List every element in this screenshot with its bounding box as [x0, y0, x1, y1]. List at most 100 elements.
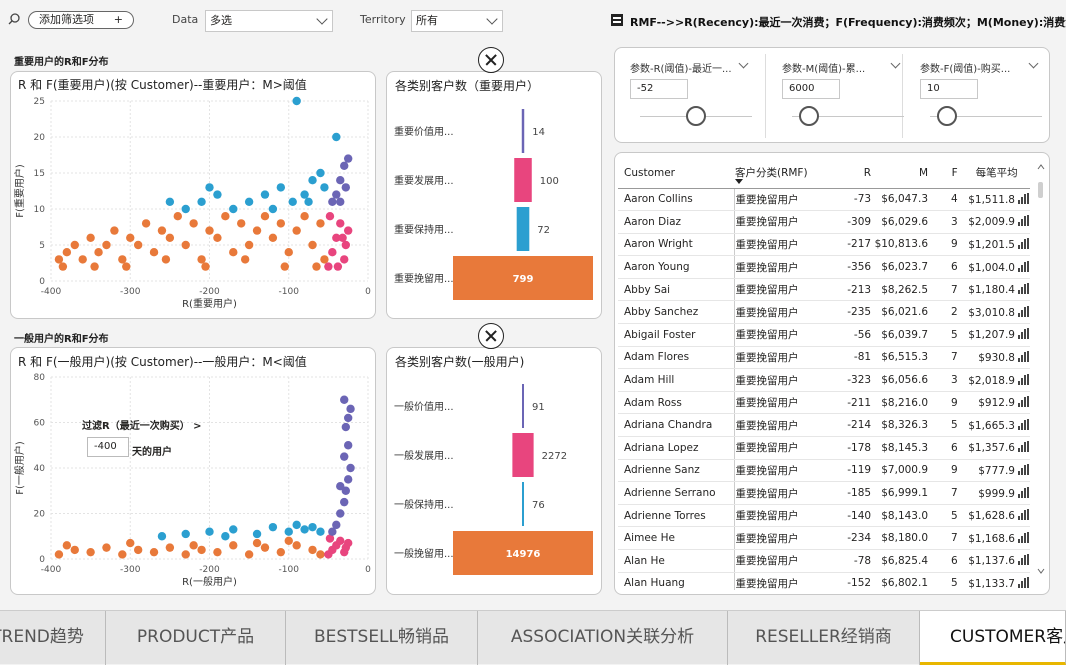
general-scatter-chart[interactable]: 0 20 40 60 80 -400 -300 -200 -100 0 R(一般用户) F(一般用户)	[11, 348, 377, 596]
scatter-point[interactable]	[341, 422, 351, 432]
scatter-point[interactable]	[240, 255, 250, 264]
parameter-input[interactable]: 6000	[782, 79, 840, 99]
scatter-point[interactable]	[332, 132, 341, 142]
scatter-point[interactable]	[102, 543, 111, 552]
scatter-point[interactable]	[336, 536, 345, 545]
scatter-point[interactable]	[320, 183, 329, 192]
scatter-point[interactable]	[300, 525, 309, 534]
scatter-point[interactable]	[320, 255, 329, 264]
scatter-point[interactable]	[276, 219, 286, 228]
table-row[interactable]: Abigail Foster 重要挽留用户 -56 $6,039.7 5 $1,207.9	[618, 323, 1030, 347]
scatter-point[interactable]	[336, 219, 345, 228]
scatter-point[interactable]	[181, 204, 190, 214]
data-select[interactable]: 多选	[205, 10, 333, 32]
table-row[interactable]: Aaron Diaz 重要挽留用户 -309 $6,029.6 3 $2,009.9	[618, 210, 1030, 234]
bar[interactable]	[522, 384, 524, 428]
parameter-slider-knob[interactable]	[798, 106, 819, 126]
scatter-point[interactable]	[221, 532, 230, 541]
scatter-point[interactable]	[122, 262, 131, 271]
scatter-point[interactable]	[165, 197, 175, 206]
scatter-point[interactable]	[276, 547, 286, 557]
table-row[interactable]: Adrienne Serrano 重要挽留用户 -185 $6,999.1 7 $999.…	[618, 481, 1030, 505]
scatter-point[interactable]	[157, 532, 167, 541]
scatter-point[interactable]	[336, 509, 345, 518]
column-header[interactable]: Customer	[618, 158, 735, 189]
scatter-point[interactable]	[229, 541, 238, 550]
scatter-point[interactable]	[325, 212, 335, 221]
scatter-point[interactable]	[205, 226, 214, 235]
scatter-point[interactable]	[288, 197, 297, 206]
column-header[interactable]: R	[826, 158, 872, 189]
column-header[interactable]: 每笔平均	[957, 158, 1030, 189]
scatter-point[interactable]	[343, 226, 353, 235]
scatter-point[interactable]	[341, 183, 351, 192]
sort-descending-icon[interactable]	[735, 179, 743, 185]
scatter-point[interactable]	[126, 233, 135, 242]
scatter-point[interactable]	[110, 226, 119, 235]
scatter-point[interactable]	[133, 545, 143, 555]
bar-chart-icon[interactable]	[1018, 441, 1030, 453]
scatter-point[interactable]	[165, 233, 175, 242]
scatter-point[interactable]	[316, 527, 325, 536]
territory-select[interactable]: 所有	[411, 10, 503, 32]
bar-chart-icon[interactable]	[1018, 283, 1030, 295]
table-row[interactable]: Alan He 重要挽留用户 -78 $6,825.4 6 $1,137.6	[618, 549, 1030, 573]
scatter-point[interactable]	[197, 197, 206, 206]
scatter-point[interactable]	[221, 212, 230, 221]
scatter-point[interactable]	[78, 255, 87, 264]
close-icon[interactable]	[478, 323, 504, 349]
scatter-point[interactable]	[237, 219, 246, 228]
scatter-point[interactable]	[340, 452, 349, 461]
scatter-point[interactable]	[229, 204, 238, 214]
scroll-thumb[interactable]	[1038, 182, 1043, 198]
scatter-point[interactable]	[141, 219, 151, 228]
scatter-point[interactable]	[346, 463, 355, 473]
scatter-point[interactable]	[340, 161, 349, 170]
scatter-point[interactable]	[244, 197, 254, 206]
table-row[interactable]: Adrienne Sanz 重要挽留用户 -119 $7,000.9 9 $777.9	[618, 459, 1030, 483]
scatter-point[interactable]	[118, 255, 127, 264]
scatter-point[interactable]	[229, 248, 238, 257]
scatter-point[interactable]	[58, 262, 68, 271]
scatter-point[interactable]	[332, 520, 341, 530]
bar-chart-icon[interactable]	[1018, 215, 1030, 227]
scatter-point[interactable]	[189, 541, 198, 550]
bar[interactable]	[514, 158, 532, 202]
tab-customer[interactable]: CUSTOMER客户	[920, 611, 1066, 665]
table-row[interactable]: Abby Sai 重要挽留用户 -213 $8,262.5 7 $1,180.4	[618, 278, 1030, 302]
scatter-point[interactable]	[328, 197, 337, 206]
scatter-point[interactable]	[312, 262, 321, 271]
scatter-point[interactable]	[300, 212, 309, 221]
table-row[interactable]: Aimee He 重要挽留用户 -234 $8,180.0 7 $1,168.6	[618, 526, 1030, 550]
bar-chart-icon[interactable]	[1018, 396, 1030, 408]
table-row[interactable]: Aaron Wright 重要挽留用户 -217 $10,813.6 9 $1,201.5	[618, 233, 1030, 257]
scatter-point[interactable]	[292, 96, 301, 106]
scatter-point[interactable]	[213, 233, 222, 242]
scatter-point[interactable]	[346, 404, 355, 414]
scatter-point[interactable]	[213, 190, 222, 199]
scatter-point[interactable]	[308, 176, 317, 185]
parameter-slider-knob[interactable]	[936, 106, 957, 126]
table-row[interactable]: Aaron Collins 重要挽留用户 -73 $6,047.3 4 $1,511.8	[618, 188, 1030, 212]
scatter-point[interactable]	[229, 525, 238, 534]
scatter-point[interactable]	[165, 543, 175, 552]
scatter-point[interactable]	[86, 547, 95, 557]
table-row[interactable]: Aaron Young 重要挽留用户 -356 $6,023.7 6 $1,004.0	[618, 255, 1030, 279]
scatter-point[interactable]	[90, 262, 99, 271]
scatter-point[interactable]	[340, 395, 349, 404]
scatter-point[interactable]	[205, 527, 214, 536]
scatter-point[interactable]	[252, 538, 262, 548]
scatter-point[interactable]	[62, 541, 72, 550]
scatter-point[interactable]	[336, 197, 345, 206]
scatter-point[interactable]	[343, 538, 353, 548]
close-icon[interactable]	[478, 47, 504, 73]
scatter-point[interactable]	[201, 262, 210, 271]
table-row[interactable]: Adam Flores 重要挽留用户 -81 $6,515.3 7 $930.8	[618, 346, 1030, 370]
table-row[interactable]: Adrienne Torres 重要挽留用户 -140 $8,143.0 5 $1,628…	[618, 504, 1030, 528]
bar-chart-icon[interactable]	[1018, 260, 1030, 272]
bar[interactable]	[521, 109, 525, 153]
scatter-point[interactable]	[118, 550, 127, 559]
scatter-point[interactable]	[181, 550, 190, 559]
scatter-point[interactable]	[328, 248, 337, 257]
scatter-point[interactable]	[54, 255, 64, 264]
